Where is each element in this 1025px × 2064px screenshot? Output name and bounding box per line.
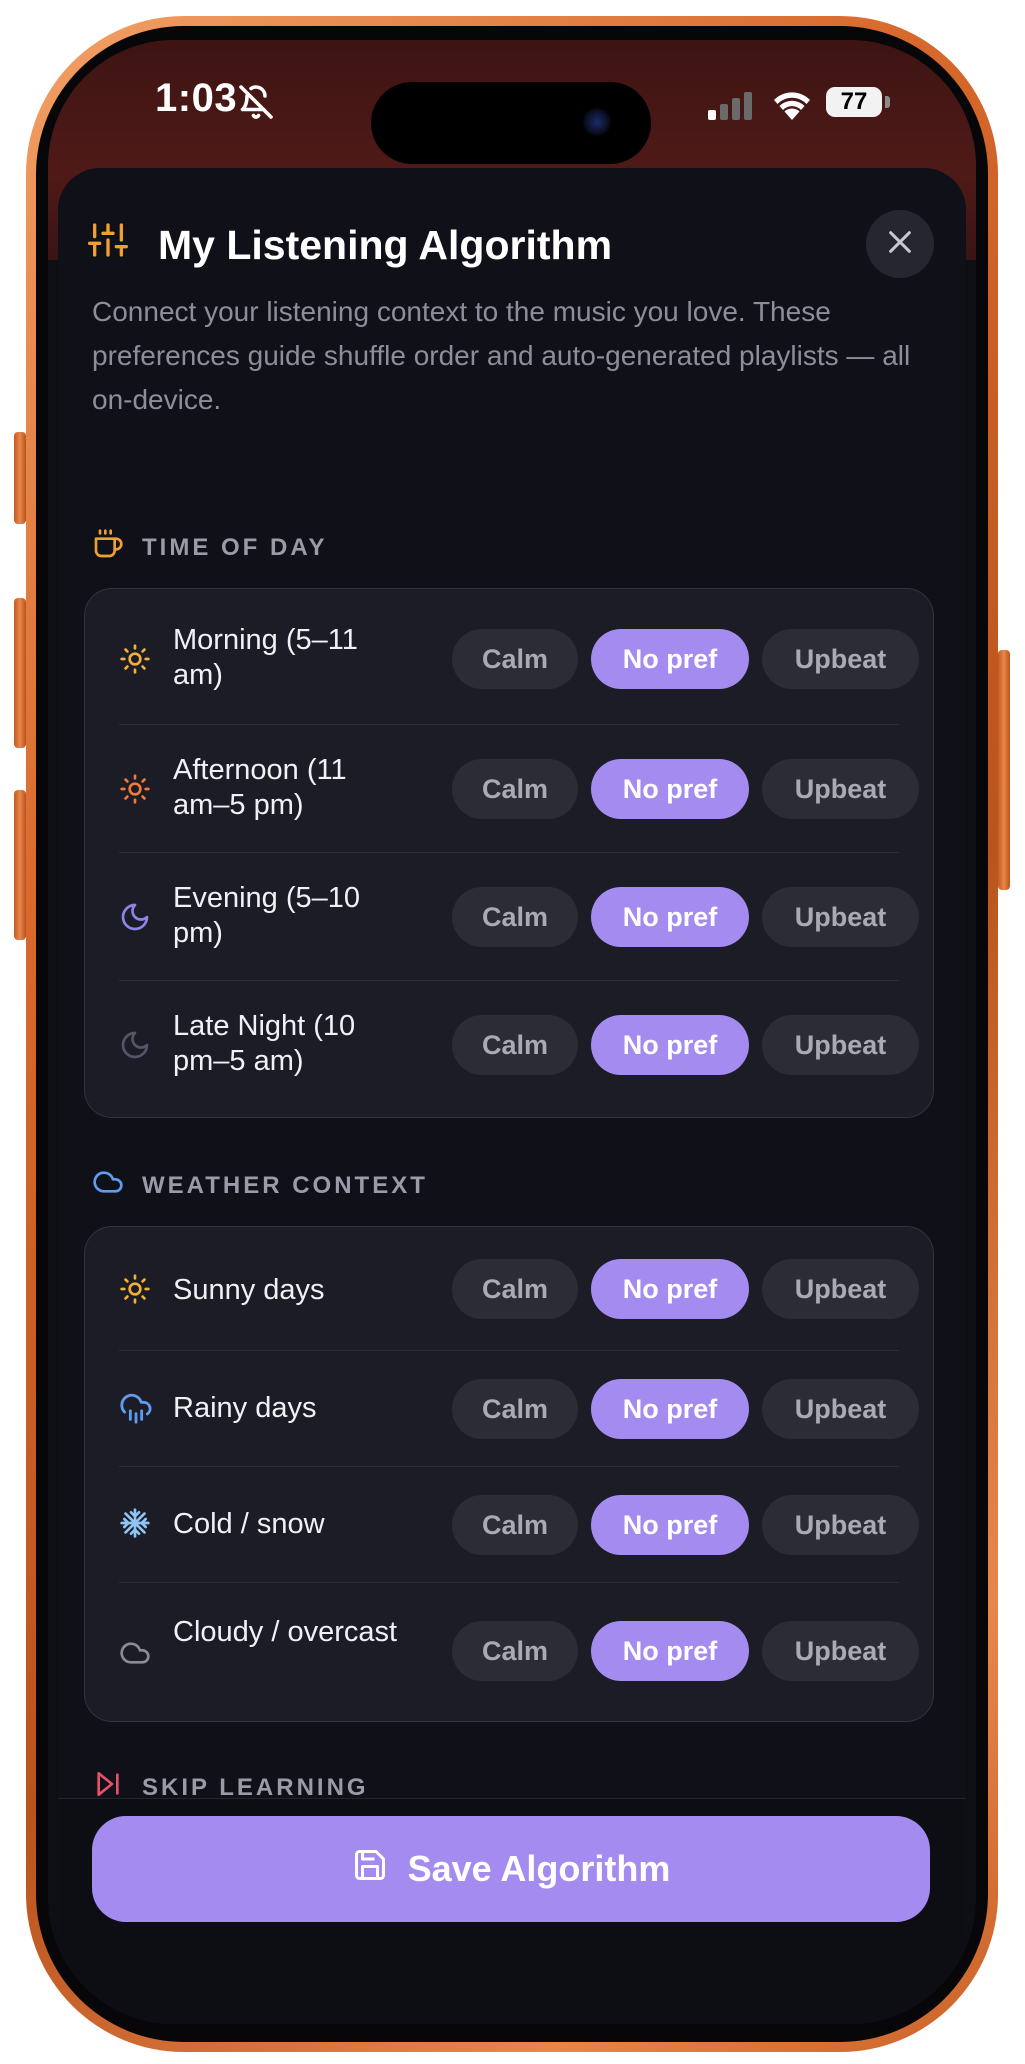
no-pref-option[interactable]: No pref bbox=[591, 759, 749, 819]
coffee-cup-icon bbox=[92, 528, 124, 567]
upbeat-option[interactable]: Upbeat bbox=[762, 1259, 919, 1319]
calm-option[interactable]: Calm bbox=[452, 1015, 578, 1075]
no-pref-option[interactable]: No pref bbox=[591, 1495, 749, 1555]
close-icon bbox=[886, 228, 914, 261]
wifi-icon bbox=[772, 88, 812, 125]
calm-option[interactable]: Calm bbox=[452, 1495, 578, 1555]
row-label: Late Night (10 pm–5 am) bbox=[173, 1010, 356, 1077]
sliders-icon bbox=[88, 220, 128, 265]
section-label: TIME OF DAY bbox=[142, 533, 328, 561]
row-label: Evening (5–10 pm) bbox=[173, 882, 361, 949]
calm-option[interactable]: Calm bbox=[452, 759, 578, 819]
battery-indicator: 77 bbox=[826, 87, 882, 117]
calm-option[interactable]: Calm bbox=[452, 1621, 578, 1681]
row-label: Sunny days bbox=[173, 1274, 325, 1306]
upbeat-option[interactable]: Upbeat bbox=[762, 1379, 919, 1439]
sun-icon bbox=[119, 1273, 151, 1310]
phone-screen: 1:03 77 My Listening Algorithm Connect y… bbox=[48, 40, 976, 2024]
moon-icon bbox=[119, 1029, 151, 1066]
dynamic-island bbox=[371, 82, 651, 164]
list-item-rainy: Rainy days Calm No pref Upbeat bbox=[119, 1351, 919, 1467]
section-weather: WEATHER CONTEXT bbox=[92, 1166, 428, 1205]
rain-cloud-icon bbox=[119, 1391, 153, 1430]
save-algorithm-button[interactable]: Save Algorithm bbox=[92, 1816, 930, 1922]
battery-tip bbox=[885, 96, 890, 108]
status-bar: 1:03 77 bbox=[48, 40, 976, 164]
list-item-late-night: Late Night (10 pm–5 am) Calm No pref Upb… bbox=[119, 981, 919, 1117]
status-time: 1:03 bbox=[155, 76, 238, 120]
row-label: Afternoon (11 am–5 pm) bbox=[173, 754, 347, 821]
sheet-description: Connect your listening context to the mu… bbox=[92, 296, 911, 415]
close-button[interactable] bbox=[866, 210, 934, 278]
save-icon bbox=[352, 1847, 388, 1892]
calm-option[interactable]: Calm bbox=[452, 1379, 578, 1439]
sun-icon bbox=[119, 643, 151, 680]
no-pref-option[interactable]: No pref bbox=[591, 1259, 749, 1319]
no-pref-option[interactable]: No pref bbox=[591, 1379, 749, 1439]
section-label: WEATHER CONTEXT bbox=[142, 1171, 428, 1199]
cloud-icon bbox=[119, 1637, 151, 1674]
list-item-evening: Evening (5–10 pm) Calm No pref Upbeat bbox=[119, 853, 919, 981]
cloud-icon bbox=[92, 1166, 124, 1205]
upbeat-option[interactable]: Upbeat bbox=[762, 759, 919, 819]
no-pref-option[interactable]: No pref bbox=[591, 629, 749, 689]
row-label: Cold / snow bbox=[173, 1508, 325, 1540]
no-pref-option[interactable]: No pref bbox=[591, 887, 749, 947]
power-button bbox=[998, 650, 1010, 890]
list-item-sunny: Sunny days Calm No pref Upbeat bbox=[119, 1227, 919, 1351]
time-of-day-card: Morning (5–11 am) Calm No pref Upbeat Af… bbox=[84, 588, 934, 1118]
section-time-of-day: TIME OF DAY bbox=[92, 528, 327, 567]
list-item-afternoon: Afternoon (11 am–5 pm) Calm No pref Upbe… bbox=[119, 725, 919, 853]
no-pref-option[interactable]: No pref bbox=[591, 1621, 749, 1681]
volume-up-button bbox=[14, 598, 26, 748]
save-button-label: Save Algorithm bbox=[407, 1848, 671, 1889]
upbeat-option[interactable]: Upbeat bbox=[762, 1015, 919, 1075]
calm-option[interactable]: Calm bbox=[452, 1259, 578, 1319]
snowflake-icon bbox=[119, 1507, 151, 1544]
list-item-cold: Cold / snow Calm No pref Upbeat bbox=[119, 1467, 919, 1583]
upbeat-option[interactable]: Upbeat bbox=[762, 629, 919, 689]
calm-option[interactable]: Calm bbox=[452, 629, 578, 689]
camera-lens bbox=[583, 108, 611, 136]
list-item-morning: Morning (5–11 am) Calm No pref Upbeat bbox=[119, 589, 919, 725]
sun-icon bbox=[119, 773, 151, 810]
no-pref-option[interactable]: No pref bbox=[591, 1015, 749, 1075]
silent-bell-icon bbox=[238, 84, 274, 125]
upbeat-option[interactable]: Upbeat bbox=[762, 887, 919, 947]
calm-option[interactable]: Calm bbox=[452, 887, 578, 947]
row-label: Morning (5–11 am) bbox=[173, 624, 358, 691]
row-label: Cloudy / overcast bbox=[173, 1616, 398, 1648]
weather-card: Sunny days Calm No pref Upbeat Rainy day… bbox=[84, 1226, 934, 1722]
sheet-title: My Listening Algorithm bbox=[158, 222, 613, 268]
upbeat-option[interactable]: Upbeat bbox=[762, 1495, 919, 1555]
list-item-cloudy: Cloudy / overcast Calm No pref Upbeat bbox=[119, 1583, 919, 1719]
moon-icon bbox=[119, 901, 151, 938]
cell-signal-icon bbox=[708, 92, 756, 125]
volume-down-button bbox=[14, 790, 26, 940]
row-label: Rainy days bbox=[173, 1392, 317, 1424]
upbeat-option[interactable]: Upbeat bbox=[762, 1621, 919, 1681]
algorithm-sheet: My Listening Algorithm Connect your list… bbox=[58, 168, 966, 2024]
action-button bbox=[14, 432, 26, 524]
